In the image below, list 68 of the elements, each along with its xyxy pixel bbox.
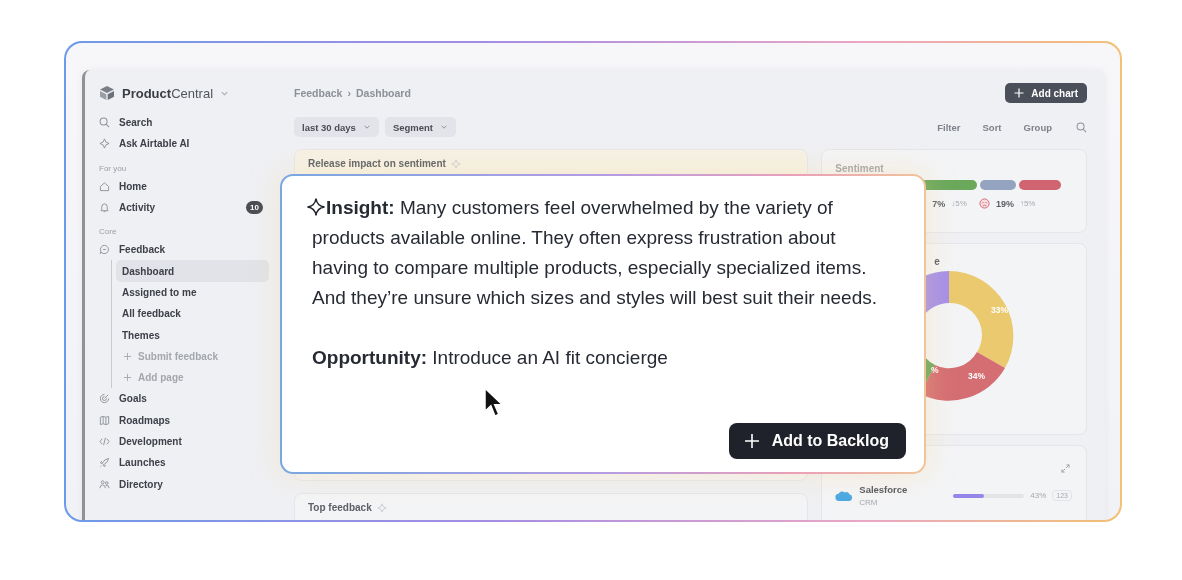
rocket-icon bbox=[99, 457, 110, 469]
stat-value: 7% bbox=[932, 198, 946, 209]
plus-icon bbox=[123, 373, 132, 383]
map-icon bbox=[99, 414, 110, 426]
code-icon bbox=[99, 436, 110, 447]
source-name: Salesforce bbox=[859, 484, 909, 495]
stat-value: 19% bbox=[995, 198, 1014, 209]
bell-icon bbox=[99, 202, 110, 214]
percent-text: 43% bbox=[1030, 491, 1047, 500]
nav-item[interactable]: Activity 10 bbox=[99, 196, 269, 219]
search-icon[interactable] bbox=[1076, 121, 1087, 133]
sparkle-icon bbox=[99, 138, 110, 150]
home-icon bbox=[99, 180, 110, 192]
nav-item[interactable]: Development bbox=[99, 430, 269, 453]
nav-item[interactable]: Ask Airtable AI bbox=[99, 133, 269, 155]
section-heading: Core bbox=[99, 226, 118, 239]
count-badge: 10 bbox=[246, 201, 263, 215]
search-icon bbox=[99, 117, 110, 129]
card-title: Sentiment bbox=[835, 163, 884, 174]
nav-item[interactable]: Goals bbox=[99, 388, 269, 410]
nav-item[interactable]: Home bbox=[99, 175, 269, 197]
sparkle-icon bbox=[376, 502, 387, 513]
slice-label: % bbox=[931, 365, 939, 375]
add-chart-button[interactable]: Add chart bbox=[1005, 83, 1087, 103]
source-type: CRM bbox=[859, 498, 879, 507]
stat-change: ↑5% bbox=[1019, 199, 1036, 208]
nav-subitem[interactable]: Themes bbox=[116, 324, 269, 346]
neutral-segment bbox=[980, 180, 1017, 190]
people-icon bbox=[99, 478, 110, 490]
expand-icon[interactable] bbox=[1061, 464, 1070, 473]
cloud-logo-icon bbox=[835, 489, 854, 502]
nav-item[interactable]: Search bbox=[99, 112, 269, 134]
cube-logo-icon bbox=[99, 85, 115, 101]
nav-subitem[interactable]: Dashboard bbox=[116, 260, 269, 282]
card-title: Release impact on sentiment bbox=[308, 158, 446, 169]
toolbar-button[interactable]: Group bbox=[1019, 121, 1056, 133]
plus-icon bbox=[123, 351, 132, 361]
nav-subitem[interactable]: Assigned to me bbox=[116, 281, 269, 304]
sparkle-icon bbox=[450, 158, 461, 169]
breadcrumb-current: Dashboard bbox=[355, 87, 411, 99]
nav-subitem[interactable]: All feedback bbox=[116, 303, 269, 325]
toolbar-button[interactable]: Sort bbox=[978, 121, 1006, 133]
stat-change: ↓5% bbox=[951, 199, 967, 208]
negative-segment bbox=[1019, 180, 1062, 190]
opportunity-text: Opportunity: Introduce an AI fit concierge bbox=[312, 346, 669, 370]
sad-face-icon bbox=[978, 198, 990, 209]
target-icon bbox=[99, 393, 110, 405]
workspace-name[interactable]: ProductCentral bbox=[122, 85, 214, 101]
plus-icon bbox=[743, 433, 760, 449]
nav-item[interactable]: Directory bbox=[99, 473, 269, 495]
slice-label: 34% bbox=[968, 371, 986, 381]
chevron-down-icon bbox=[362, 123, 371, 131]
breadcrumb-separator: › bbox=[347, 87, 351, 99]
nav-item[interactable]: Roadmaps bbox=[99, 409, 269, 431]
card-title: e bbox=[934, 256, 940, 267]
sparkle-icon bbox=[306, 197, 326, 217]
card-title: Top feedback bbox=[308, 502, 372, 513]
chat-icon bbox=[99, 244, 110, 256]
add-to-backlog-button[interactable]: Add to Backlog bbox=[728, 423, 906, 459]
slice-label: 33% bbox=[991, 305, 1009, 315]
nav-item[interactable]: Feedback bbox=[99, 239, 269, 261]
filter-dropdown[interactable]: last 30 days bbox=[294, 117, 379, 137]
insight-text: Insight: Many customers feel overwhelmed by the variety of products available online. They often express frustration about having to compare multiple products, especially specialized items. And they’re unsure which sizes and styles will best suit their needs. bbox=[312, 193, 884, 313]
chevron-down-icon bbox=[440, 123, 448, 131]
plus-icon bbox=[1014, 88, 1025, 98]
section-heading: For you bbox=[99, 162, 128, 175]
nav-item[interactable]: Launches bbox=[99, 452, 269, 474]
filter-dropdown[interactable]: Segment bbox=[384, 117, 456, 137]
